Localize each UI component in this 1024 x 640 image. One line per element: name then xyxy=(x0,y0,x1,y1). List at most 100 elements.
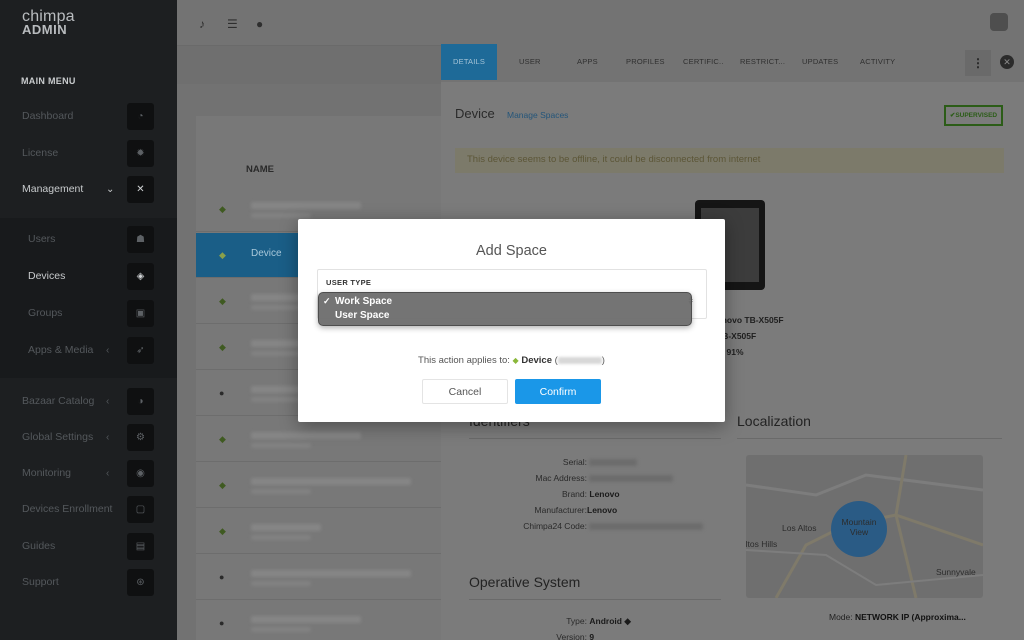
tab-activity[interactable]: ACTIVITY xyxy=(860,44,895,80)
sidebar: chimpa ADMIN MAIN MENU Dashboard ◔ Licen… xyxy=(0,0,177,640)
sidebar-item-label: Devices xyxy=(28,270,66,282)
table-row[interactable]: ◆ xyxy=(196,463,446,508)
sidebar-item-label: Devices Enrollment xyxy=(22,503,113,515)
tab-profiles[interactable]: PROFILES xyxy=(626,44,665,80)
location-mode: Mode: NETWORK IP (Approxima... xyxy=(829,612,966,622)
eye-icon: ◉ xyxy=(127,459,154,487)
apple-icon: ● xyxy=(219,388,225,398)
sidebar-item-license[interactable]: License ✹ xyxy=(0,138,177,168)
android-icon: ◆ xyxy=(219,434,226,444)
apple-icon: ● xyxy=(219,572,225,582)
sidebar-item-dashboard[interactable]: Dashboard ◔ xyxy=(0,101,177,131)
sidebar-item-label: Apps & Media xyxy=(28,344,94,356)
android-icon: ◆ xyxy=(219,204,226,214)
cancel-button[interactable]: Cancel xyxy=(422,379,508,404)
sidebar-item-label: Support xyxy=(22,576,59,588)
table-row[interactable]: ● xyxy=(196,555,446,600)
cogs-icon: ⚙ xyxy=(127,423,154,451)
sidebar-item-label: Bazaar Catalog xyxy=(22,395,95,407)
sidebar-item-label: Groups xyxy=(28,307,63,319)
tab-restrictions[interactable]: RESTRICT... xyxy=(740,44,785,80)
top-bar: ♪ ☰ ● xyxy=(177,0,1024,46)
android-icon: ◆ xyxy=(219,342,226,352)
spec-model: enovo TB-X505F xyxy=(717,315,784,325)
user-type-dropdown[interactable]: ✓ Work Space User Space xyxy=(318,292,692,326)
sidebar-item-groups[interactable]: Groups ▣ xyxy=(0,298,177,328)
android-icon: ◆ xyxy=(219,526,226,536)
pie-icon: ◑ xyxy=(127,387,154,415)
android-icon: ◆ xyxy=(219,480,226,490)
modal-title: Add Space xyxy=(476,243,547,259)
book-icon: ▤ xyxy=(127,532,154,560)
spec-battery: ⊕ 91% xyxy=(717,347,744,357)
os-title: Operative System xyxy=(469,574,581,590)
device-specs: enovo TB-X505F TB-X505F ⊕ 91% xyxy=(717,312,784,360)
speedometer-icon: ◔ xyxy=(127,102,154,130)
sidebar-item-bazaar-catalog[interactable]: Bazaar Catalog ‹ ◑ xyxy=(0,386,177,416)
location-map[interactable]: Los Altos Mountain View Altos Hills Sunn… xyxy=(746,455,983,598)
sidebar-item-label: Guides xyxy=(22,540,56,552)
layers-icon: ◈ xyxy=(127,262,154,290)
tab-details[interactable]: DETAILS xyxy=(441,44,498,80)
tools-icon: ✕ xyxy=(127,175,154,203)
close-icon[interactable]: ✕ xyxy=(1000,55,1014,69)
os-version-field: Version: 9 xyxy=(556,632,595,640)
user-type-label: USER TYPE xyxy=(326,278,372,287)
add-space-modal: Add Space USER TYPE ▲▼ ✓Work Space User … xyxy=(298,219,725,422)
column-header-name[interactable]: NAME xyxy=(246,164,274,175)
manufacturer-field: Manufacturer:Lenovo xyxy=(534,505,618,515)
logo[interactable]: chimpa ADMIN xyxy=(22,9,75,37)
sidebar-item-label: Global Settings xyxy=(22,431,94,443)
sidebar-item-label: Management xyxy=(22,183,84,195)
sidebar-item-devices-enrollment[interactable]: Devices Enrollment ▢ xyxy=(0,494,177,524)
sidebar-item-guides[interactable]: Guides ▤ xyxy=(0,531,177,561)
lifebuoy-icon: ⊛ xyxy=(127,568,154,596)
sidebar-item-apps-media[interactable]: Apps & Media ‹ ➶ xyxy=(0,335,177,365)
detail-tabs: DETAILS USER APPS PROFILES CERTIFIC.. RE… xyxy=(441,44,1024,82)
sidebar-item-users[interactable]: Users ☗ xyxy=(0,224,177,254)
bell-icon[interactable]: ♪ xyxy=(199,17,205,31)
tab-user[interactable]: USER xyxy=(519,44,541,80)
android-icon: ◆ xyxy=(219,250,226,260)
applies-device-name: Device xyxy=(521,355,552,366)
localization-title: Localization xyxy=(737,413,811,429)
chevron-left-icon: ‹ xyxy=(106,467,110,479)
blurred-device-id xyxy=(557,356,602,364)
android-icon: ◆ xyxy=(512,356,519,365)
option-user-space[interactable]: User Space xyxy=(323,310,389,323)
offline-notice: This device seems to be offline, it coul… xyxy=(455,148,1004,173)
list-icon[interactable]: ☰ xyxy=(227,17,238,31)
table-row[interactable]: ◆ xyxy=(196,417,446,462)
sidebar-item-monitoring[interactable]: Monitoring ‹ ◉ xyxy=(0,458,177,488)
groups-icon: ▣ xyxy=(127,299,154,327)
chevron-left-icon: ‹ xyxy=(106,344,110,356)
confirm-button[interactable]: Confirm xyxy=(515,379,601,404)
sidebar-item-devices[interactable]: Devices ◈ xyxy=(0,261,177,291)
chimpa-code-field: Chimpa24 Code: xyxy=(479,521,704,531)
brand-field: Brand: Lenovo xyxy=(561,489,620,499)
android-icon: ◆ xyxy=(219,296,226,306)
device-title: Device xyxy=(455,106,495,121)
option-work-space[interactable]: ✓ Work Space xyxy=(323,296,392,309)
manage-spaces-link[interactable]: Manage Spaces xyxy=(507,110,568,120)
device-name: Device xyxy=(251,248,282,259)
globe-icon[interactable]: ● xyxy=(256,17,263,31)
supervised-badge: ✔SUPERVISED xyxy=(944,105,1003,126)
people-icon: ☗ xyxy=(127,225,154,253)
user-avatar-icon[interactable] xyxy=(990,13,1008,31)
sidebar-item-management[interactable]: Management ⌄ ✕ xyxy=(0,174,177,204)
checkmark-icon: ✓ xyxy=(323,296,331,306)
tab-apps[interactable]: APPS xyxy=(577,44,598,80)
sidebar-item-global-settings[interactable]: Global Settings ‹ ⚙ xyxy=(0,422,177,452)
apple-icon: ● xyxy=(219,618,225,628)
serial-field: Serial: xyxy=(479,457,638,467)
tab-updates[interactable]: UPDATES xyxy=(802,44,838,80)
tab-certificates[interactable]: CERTIFIC.. xyxy=(683,44,724,80)
table-row[interactable]: ◆ xyxy=(196,509,446,554)
more-options-icon[interactable]: ⋮ xyxy=(965,50,991,76)
table-row[interactable]: ● xyxy=(196,601,446,640)
main-menu-header: MAIN MENU xyxy=(21,76,76,86)
sidebar-item-support[interactable]: Support ⊛ xyxy=(0,567,177,597)
sidebar-item-label: Users xyxy=(28,233,56,245)
sidebar-item-label: Dashboard xyxy=(22,110,74,122)
